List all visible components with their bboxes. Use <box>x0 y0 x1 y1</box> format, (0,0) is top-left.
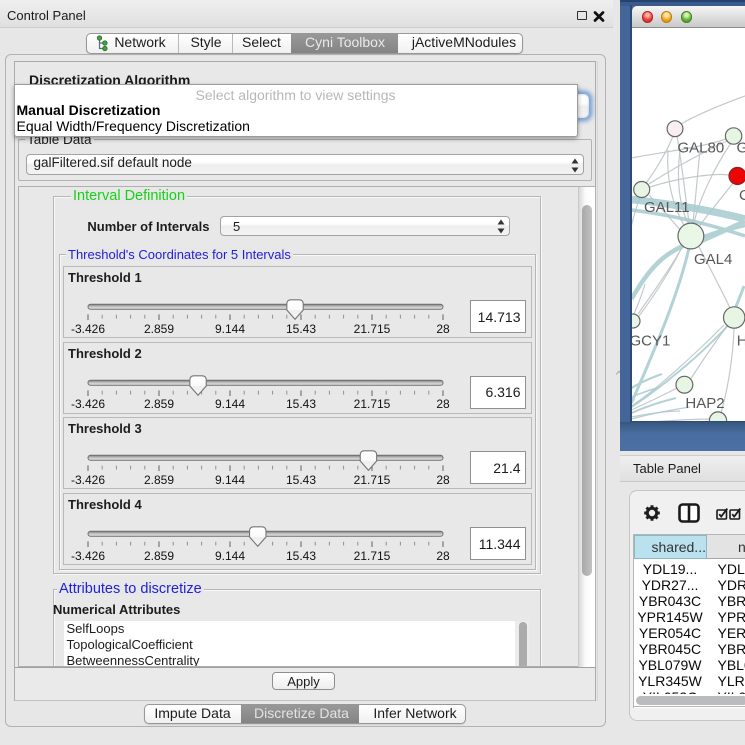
svg-text:GAL80: GAL80 <box>678 140 725 157</box>
svg-text:GCY1: GCY1 <box>632 333 671 350</box>
svg-text:C: C <box>739 187 745 204</box>
svg-text:GAL4: GAL4 <box>694 251 732 268</box>
svg-text:HAP2: HAP2 <box>685 395 724 412</box>
svg-text:GAL11: GAL11 <box>644 199 690 216</box>
svg-text:GA: GA <box>737 140 745 157</box>
svg-text:HA: HA <box>737 333 745 350</box>
